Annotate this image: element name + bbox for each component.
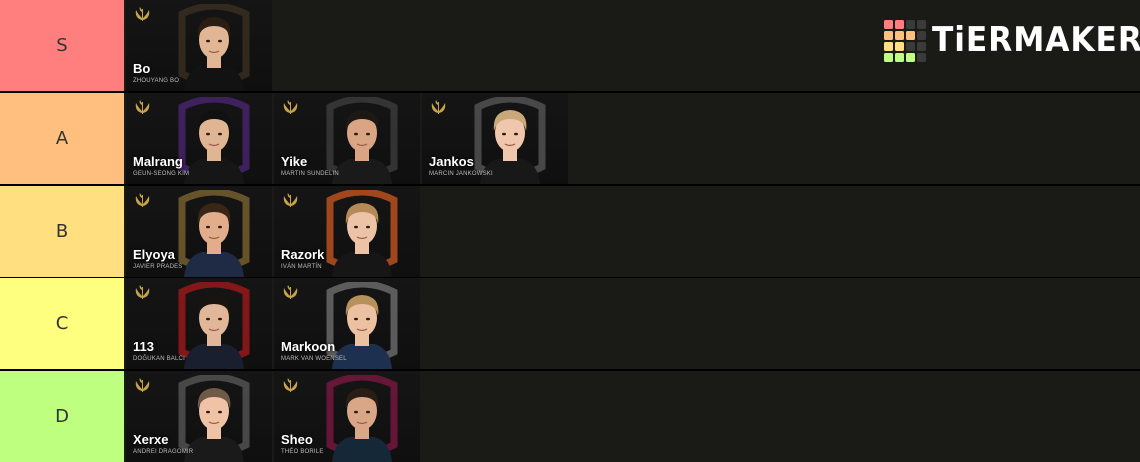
tier-list-board: S Bo ZHOUYANG BO A Malrang GEUN-SEONG KI…	[0, 0, 1140, 462]
tier-row-d: D Xerxe ANDREI DRAGOMIR Sheo THÉO BORILE	[0, 371, 1140, 462]
player-card-xerxe[interactable]: Xerxe ANDREI DRAGOMIR	[126, 371, 272, 462]
tier-label-d[interactable]: D	[0, 371, 124, 462]
player-card-yike[interactable]: Yike MARTIN SUNDELIN	[274, 93, 420, 184]
tier-label-b[interactable]: B	[0, 186, 124, 277]
player-full-name: THÉO BORILE	[281, 449, 324, 455]
player-portrait	[176, 280, 252, 369]
player-card-razork[interactable]: Razork IVÁN MARTÍN	[274, 186, 420, 277]
player-card-malrang[interactable]: Malrang GEUN-SEONG KIM	[126, 93, 272, 184]
player-name: Razork	[281, 247, 325, 262]
player-portrait	[176, 2, 252, 91]
tier-row-c: C 113 DOĞUKAN BALCI Markoon MARK VAN WOE…	[0, 278, 1140, 369]
player-portrait	[324, 373, 400, 462]
laurel-icon	[281, 377, 299, 393]
player-card-113[interactable]: 113 DOĞUKAN BALCI	[126, 278, 272, 369]
player-portrait	[176, 188, 252, 277]
laurel-icon	[133, 377, 151, 393]
laurel-icon	[133, 284, 151, 300]
tier-row-a: A Malrang GEUN-SEONG KIM Yike MARTIN SUN…	[0, 93, 1140, 184]
player-full-name: ANDREI DRAGOMIR	[133, 449, 194, 455]
player-name: Malrang	[133, 154, 183, 169]
player-full-name: JAVIER PRADES	[133, 264, 183, 270]
player-name: Yike	[281, 154, 308, 169]
tiermaker-logo: TiERMAKER	[884, 20, 1140, 64]
tier-label-c[interactable]: C	[0, 278, 124, 369]
player-card-elyoya[interactable]: Elyoya JAVIER PRADES	[126, 186, 272, 277]
tier-row-b: B Elyoya JAVIER PRADES Razork IVÁN MARTÍ…	[0, 186, 1140, 277]
player-name: Sheo	[281, 432, 313, 447]
player-name: Markoon	[281, 339, 336, 354]
player-card-sheo[interactable]: Sheo THÉO BORILE	[274, 371, 420, 462]
player-full-name: MARTIN SUNDELIN	[281, 171, 339, 177]
laurel-icon	[133, 192, 151, 208]
laurel-icon	[281, 284, 299, 300]
player-full-name: GEUN-SEONG KIM	[133, 171, 190, 177]
player-name: Bo	[133, 61, 151, 76]
laurel-icon	[281, 99, 299, 115]
player-full-name: ZHOUYANG BO	[133, 78, 180, 84]
player-full-name: IVÁN MARTÍN	[281, 264, 322, 270]
player-card-jankos[interactable]: Jankos MARCIN JANKOWSKI	[422, 93, 568, 184]
laurel-icon	[133, 6, 151, 22]
laurel-icon	[133, 99, 151, 115]
player-full-name: DOĞUKAN BALCI	[133, 356, 185, 362]
player-card-bo[interactable]: Bo ZHOUYANG BO	[126, 0, 272, 91]
player-full-name: MARK VAN WOENSEL	[281, 356, 347, 362]
tier-label-a[interactable]: A	[0, 93, 124, 184]
player-full-name: MARCIN JANKOWSKI	[429, 171, 493, 177]
laurel-icon	[429, 99, 447, 115]
player-portrait	[324, 188, 400, 277]
player-name: Jankos	[429, 154, 474, 169]
laurel-icon	[281, 192, 299, 208]
tier-label-s[interactable]: S	[0, 0, 124, 91]
logo-wordmark: TiERMAKER	[932, 20, 1140, 60]
player-name: 113	[133, 339, 154, 354]
player-name: Xerxe	[133, 432, 169, 447]
player-name: Elyoya	[133, 247, 175, 262]
player-card-markoon[interactable]: Markoon MARK VAN WOENSEL	[274, 278, 420, 369]
logo-grid-icon	[884, 20, 926, 62]
